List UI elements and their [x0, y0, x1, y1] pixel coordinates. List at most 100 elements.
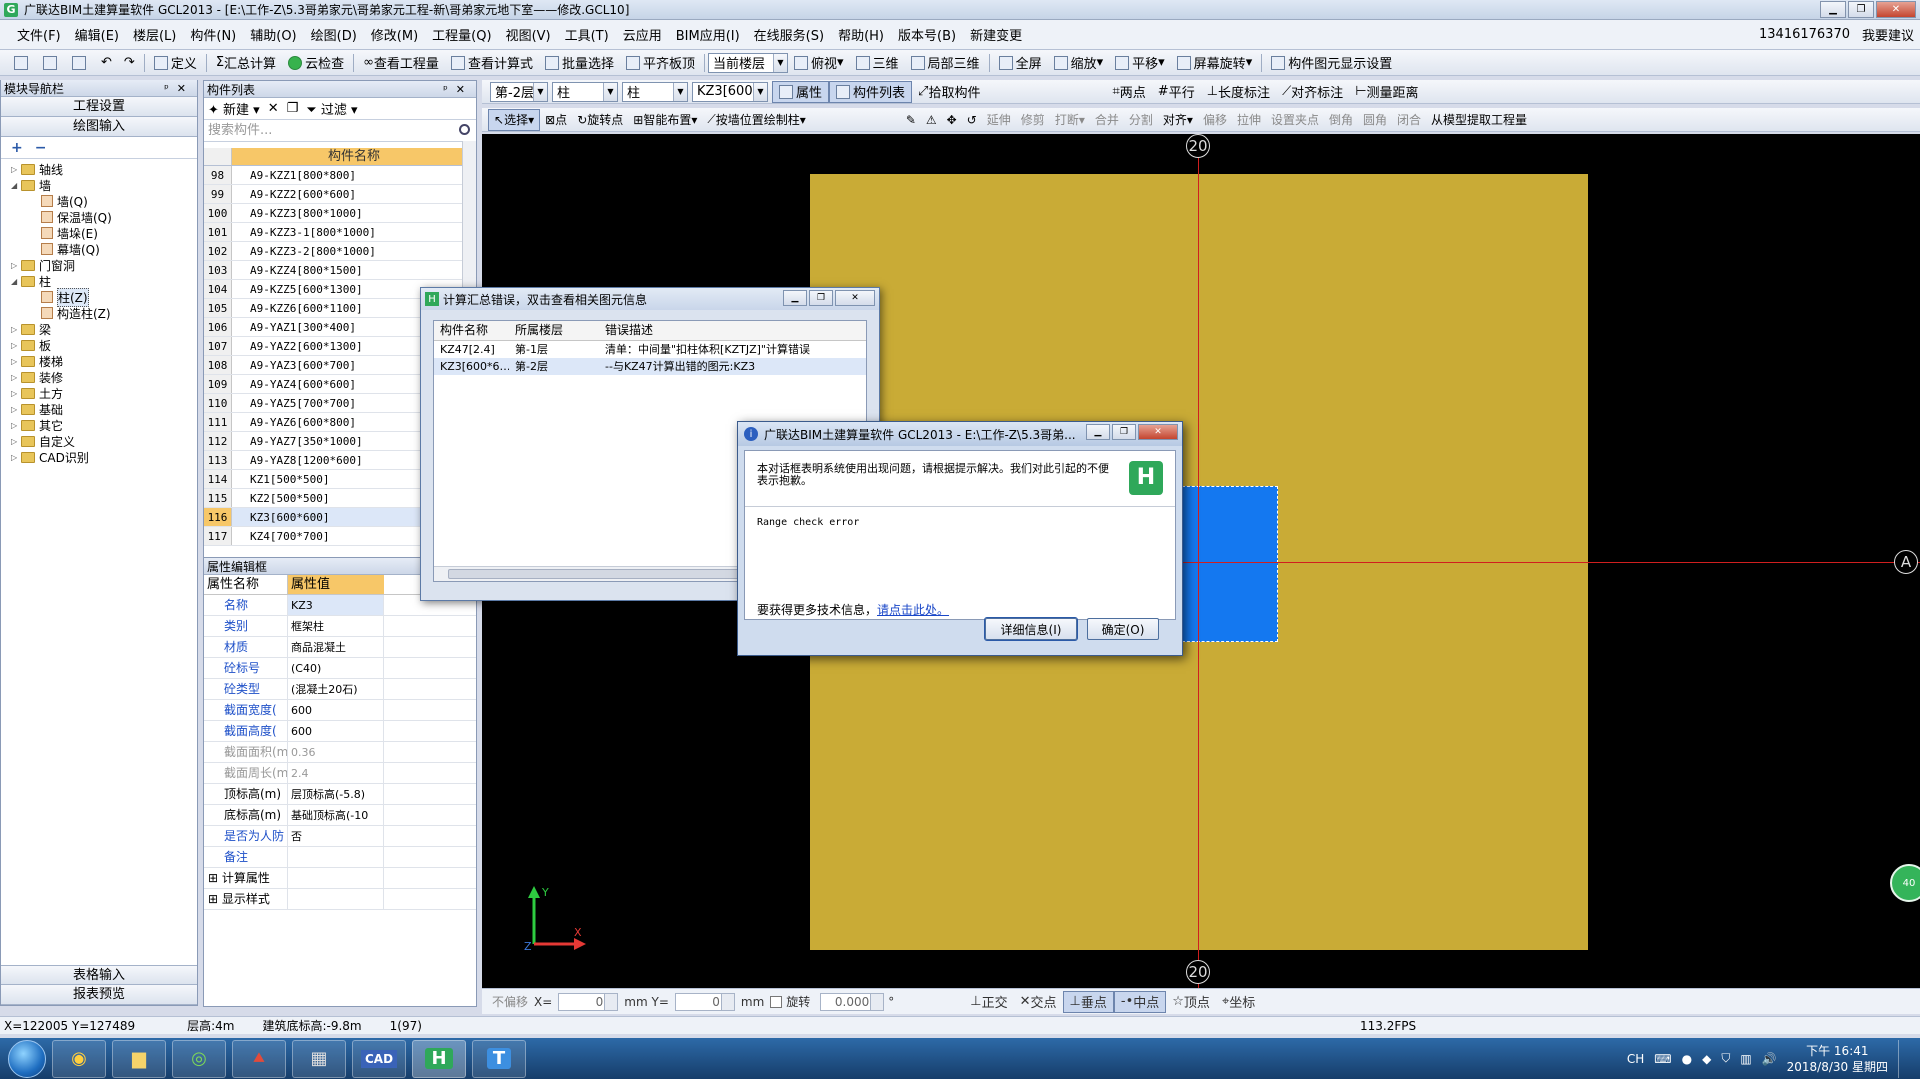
clock[interactable]: 下午 16:41 2018/8/30 星期四: [1787, 1043, 1888, 1075]
report-preview-button[interactable]: 报表预览: [1, 985, 197, 1005]
display-settings-button[interactable]: 构件图元显示设置: [1265, 52, 1398, 74]
extend-button[interactable]: 延伸: [982, 109, 1016, 131]
msg-close-button[interactable]: ✕: [1138, 424, 1178, 440]
align-slab-top-button[interactable]: 平齐板顶: [620, 52, 701, 74]
cloud-check-button[interactable]: 云检查: [282, 52, 350, 74]
expand-icon[interactable]: ▷: [11, 389, 21, 398]
suggest-link[interactable]: 我要建议: [1862, 25, 1914, 44]
tree-node[interactable]: ▷ 梁: [1, 321, 197, 337]
expand-icon[interactable]: ▷: [11, 453, 21, 462]
tree-node[interactable]: ▷ 轴线: [1, 161, 197, 177]
offset-button[interactable]: 偏移: [1198, 109, 1232, 131]
property-row[interactable]: 砼标号 (C40): [204, 658, 476, 679]
component-subtype-select[interactable]: 柱 ▼: [622, 81, 688, 102]
component-row[interactable]: 101 A9-KZZ3-1[800*1000]: [204, 223, 476, 242]
menu-help[interactable]: 帮助(H): [831, 25, 891, 44]
length-dim-button[interactable]: ⊥ 长度标注: [1201, 81, 1276, 103]
dialog-maximize-button[interactable]: ❐: [809, 290, 833, 306]
measure-distance-button[interactable]: ⊢ 测量距离: [1349, 81, 1424, 103]
undo-rotate-icon[interactable]: ↺: [962, 109, 982, 131]
redo-button[interactable]: ↷: [118, 52, 141, 74]
snap-ortho[interactable]: ⊥ 正交: [964, 991, 1013, 1013]
maximize-button[interactable]: ❐: [1848, 1, 1874, 18]
stretch-button[interactable]: 拉伸: [1232, 109, 1266, 131]
tree-node[interactable]: ▷ 板: [1, 337, 197, 353]
break-button[interactable]: 打断 ▾: [1050, 109, 1090, 131]
menu-bim[interactable]: BIM应用(I): [669, 25, 747, 44]
property-value[interactable]: 基础顶标高(-10: [288, 805, 384, 825]
summary-calc-button[interactable]: Σ 汇总计算: [210, 52, 282, 74]
show-desktop-button[interactable]: [1898, 1039, 1910, 1078]
batch-select-button[interactable]: 批量选择: [539, 52, 620, 74]
error-row[interactable]: KZ3[600*6… 第-2层 --与KZ47计算出错的图元:KZ3: [434, 358, 866, 375]
component-row[interactable]: 99 A9-KZZ2[600*600]: [204, 185, 476, 204]
error-row[interactable]: KZ47[2.4] 第-1层 清单：中间量"扣柱体积[KZTJZ]"计算错误: [434, 341, 866, 358]
new-component-button[interactable]: ✦ 新建 ▾: [208, 99, 260, 118]
property-value[interactable]: KZ3: [288, 595, 384, 615]
component-row[interactable]: 98 A9-KZZ1[800*800]: [204, 166, 476, 185]
taskbar-app-1[interactable]: ◉: [52, 1039, 106, 1078]
menu-quantity[interactable]: 工程量(Q): [425, 25, 498, 44]
save-button[interactable]: [66, 52, 95, 74]
property-row[interactable]: 截面周长(m 2.4: [204, 763, 476, 784]
tree-node[interactable]: ▷ 自定义: [1, 433, 197, 449]
menu-cloud[interactable]: 云应用: [616, 25, 669, 44]
expand-icon[interactable]: ⊞: [208, 892, 222, 906]
filter-button[interactable]: ⏷ 过滤 ▾: [306, 99, 357, 118]
snap-vertex[interactable]: ☆ 顶点: [1166, 991, 1216, 1013]
tree-node[interactable]: ◢ 柱: [1, 273, 197, 289]
property-row[interactable]: ⊞ 计算属性: [204, 868, 476, 889]
align-button[interactable]: 对齐 ▾: [1158, 109, 1198, 131]
property-value[interactable]: 层顶标高(-5.8): [288, 784, 384, 804]
pick-component-button[interactable]: ⤢ 拾取构件: [912, 81, 986, 103]
menu-draw[interactable]: 绘图(D): [304, 25, 364, 44]
collapse-icon[interactable]: ◢: [11, 277, 21, 286]
keyboard-icon[interactable]: ⌨: [1654, 1052, 1671, 1066]
expand-icon[interactable]: ▷: [11, 341, 21, 350]
open-file-button[interactable]: [37, 52, 66, 74]
expand-icon[interactable]: ▷: [11, 165, 21, 174]
define-button[interactable]: 定义: [148, 52, 203, 74]
wall-position-column-button[interactable]: ⟋ 按墙位置绘制柱 ▾: [702, 109, 810, 131]
property-value[interactable]: (混凝土20石): [288, 679, 384, 699]
tree-node[interactable]: 墙(Q): [1, 193, 197, 209]
shield-icon[interactable]: ⛉: [1721, 1051, 1730, 1066]
menu-modify[interactable]: 修改(M): [364, 25, 425, 44]
expand-icon[interactable]: ⊞: [208, 871, 222, 885]
expand-icon[interactable]: ▷: [11, 405, 21, 414]
pan-button[interactable]: 平移 ▾: [1109, 52, 1171, 74]
taskbar-acrobat[interactable]: ⯅: [232, 1039, 286, 1078]
property-row[interactable]: 底标高(m) 基础顶标高(-10: [204, 805, 476, 826]
property-row[interactable]: 是否为人防否: [204, 826, 476, 847]
property-row[interactable]: 截面高度(600: [204, 721, 476, 742]
error-message-titlebar[interactable]: i 广联达BIM土建算量软件 GCL2013 - E:\工作-Z\5.3哥弟..…: [738, 422, 1182, 446]
tree-node[interactable]: 保温墙(Q): [1, 209, 197, 225]
panel-pin-close-icon[interactable]: ᵖ✕: [164, 82, 194, 95]
expand-icon[interactable]: ▷: [11, 261, 21, 270]
snap-intersection[interactable]: ✕ 交点: [1014, 991, 1063, 1013]
collapse-all-icon[interactable]: −: [35, 140, 47, 156]
tree-node[interactable]: 幕墙(Q): [1, 241, 197, 257]
copy-icon[interactable]: ❐: [287, 101, 299, 116]
tree-node[interactable]: ▷ 其它: [1, 417, 197, 433]
3d-button[interactable]: 三维: [850, 52, 905, 74]
fullscreen-button[interactable]: 全屏: [993, 52, 1048, 74]
view-formula-button[interactable]: 查看计算式: [445, 52, 539, 74]
property-value[interactable]: 600: [288, 721, 384, 741]
property-row[interactable]: 顶标高(m) 层顶标高(-5.8): [204, 784, 476, 805]
trim-button[interactable]: 修剪: [1016, 109, 1050, 131]
offset-select[interactable]: 不偏移: [492, 993, 528, 1010]
col-error-desc[interactable]: 错误描述: [599, 321, 866, 340]
account-phone[interactable]: 13416176370: [1759, 27, 1850, 42]
split-button[interactable]: 分割: [1124, 109, 1158, 131]
minimize-button[interactable]: ▁: [1820, 1, 1846, 18]
current-floor-select[interactable]: 当前楼层 ▼: [707, 52, 788, 73]
component-search-input[interactable]: 搜索构件...: [204, 120, 476, 142]
view-quantity-button[interactable]: ∞ 查看工程量: [357, 52, 445, 74]
local-3d-button[interactable]: 局部三维: [905, 52, 986, 74]
volume-icon[interactable]: 🔊: [1762, 1052, 1777, 1066]
component-row[interactable]: 100 A9-KZZ3[800*1000]: [204, 204, 476, 223]
tree-node[interactable]: ▷ 土方: [1, 385, 197, 401]
property-row[interactable]: 截面面积(m 0.36: [204, 742, 476, 763]
screen-rotate-button[interactable]: 屏幕旋转 ▾: [1171, 52, 1259, 74]
